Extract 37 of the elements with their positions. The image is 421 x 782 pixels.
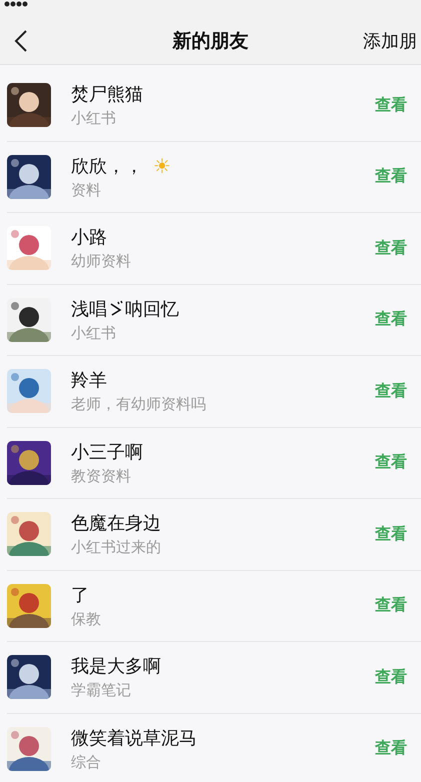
iteration-mark-icon	[109, 300, 123, 318]
friend-name: 羚羊	[71, 369, 107, 392]
friend-message: 综合	[71, 752, 102, 772]
friend-message: 老师，有幼师资料吗	[71, 395, 207, 414]
back-icon[interactable]	[14, 29, 28, 53]
view-button[interactable]: 查看	[375, 234, 407, 263]
view-button[interactable]: 查看	[375, 448, 407, 478]
friend-name: 了	[71, 584, 89, 607]
friend-message: 幼师资料	[71, 252, 132, 272]
friend-name: 呐回忆	[125, 298, 179, 321]
signal-icon	[4, 1, 30, 7]
view-button[interactable]: 查看	[375, 734, 407, 764]
friend-name: 我是大多啊	[71, 655, 161, 678]
friend-message: 保教	[71, 610, 102, 629]
view-button[interactable]: 查看	[375, 162, 407, 192]
sun-emoji: ☀	[153, 156, 171, 176]
view-button[interactable]: 查看	[375, 662, 407, 692]
friend-name: 微笑着说草泥马	[71, 726, 197, 750]
friend-name: 小三子啊	[71, 440, 143, 464]
friend-name: 色魔在身边	[71, 512, 161, 536]
view-button[interactable]: 查看	[375, 376, 407, 406]
friend-message: 小红书过来的	[71, 538, 162, 558]
view-button[interactable]: 查看	[375, 90, 407, 120]
view-button[interactable]: 查看	[375, 520, 407, 549]
friend-message: 小红书	[71, 109, 117, 128]
view-button[interactable]: 查看	[375, 591, 407, 620]
page-title: 新的朋友	[172, 29, 248, 54]
friend-name: 欣欣，，	[71, 154, 143, 178]
friend-message: 学霸笔记	[71, 681, 132, 700]
friend-name: 浅唱	[71, 298, 107, 321]
friend-name: 小路	[71, 226, 107, 250]
friend-message: 小红书	[71, 324, 117, 343]
view-button[interactable]: 查看	[375, 305, 407, 334]
friend-message: 教资资料	[71, 466, 132, 486]
friend-message: 资料	[71, 180, 102, 200]
friend-name: 焚尸熊猫	[71, 83, 143, 106]
add-friend-link[interactable]: 添加朋	[363, 29, 417, 53]
